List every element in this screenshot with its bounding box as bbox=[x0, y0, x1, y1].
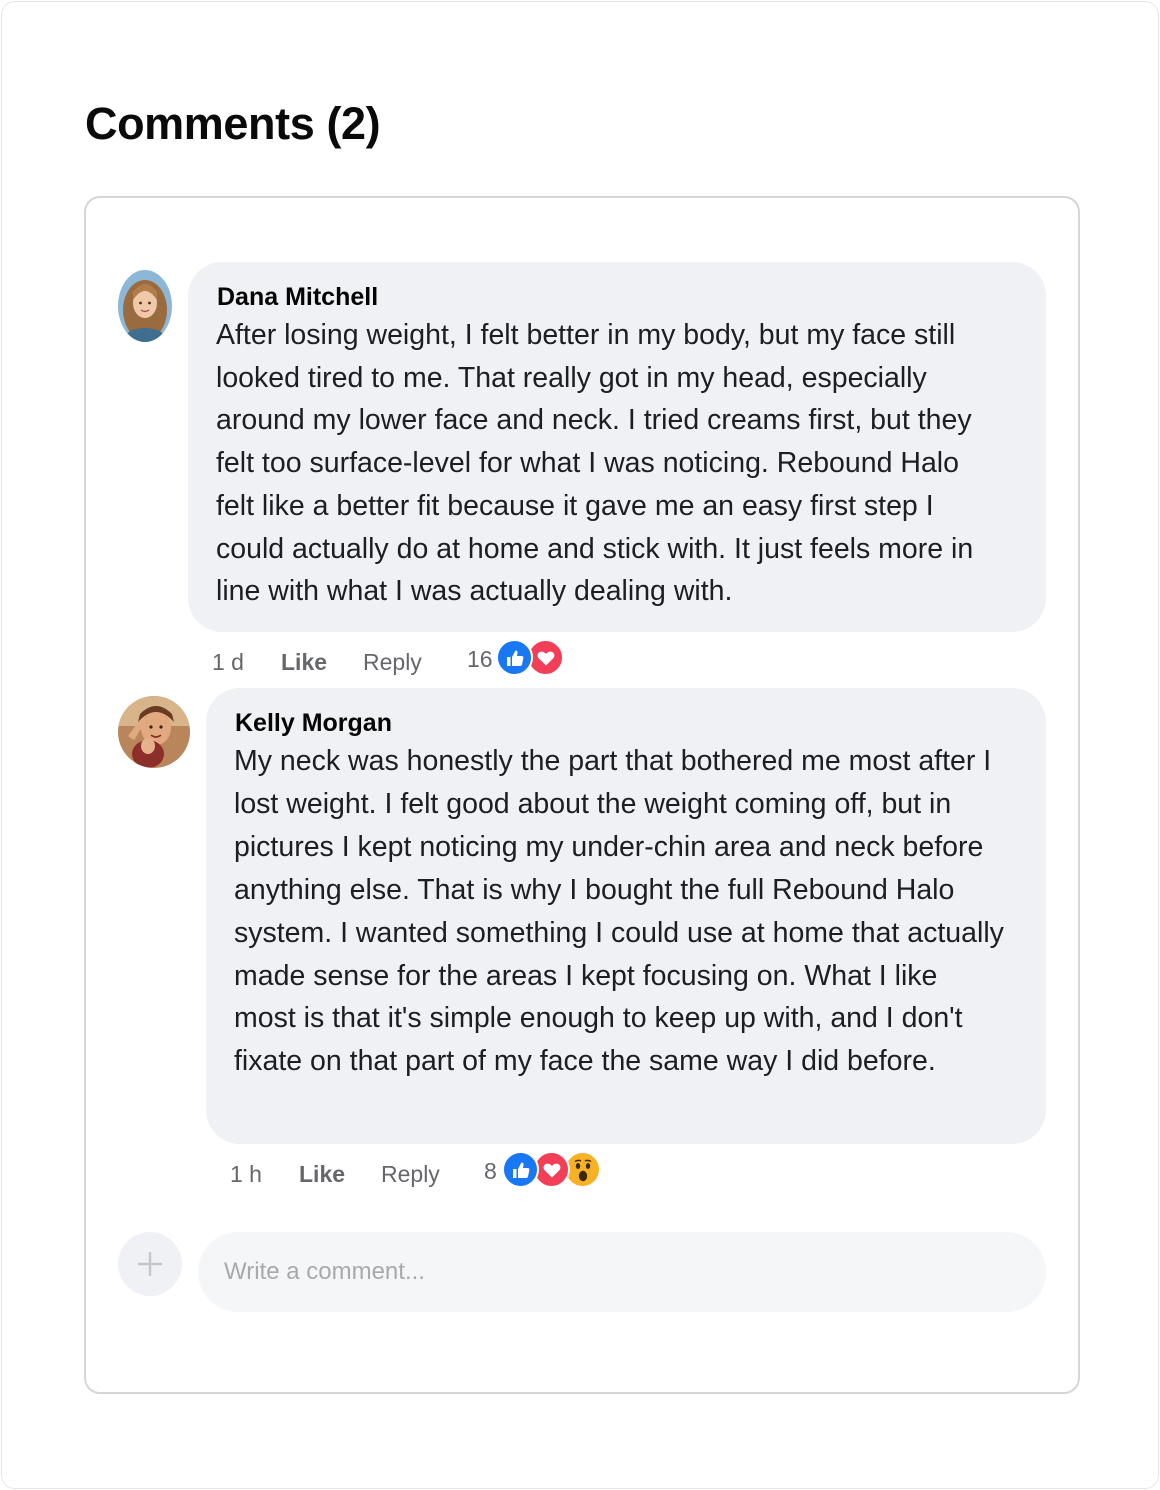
comment-line: felt too surface-level for what I was no… bbox=[216, 447, 959, 480]
comment-line: looked tired to me. That really got in m… bbox=[216, 361, 927, 394]
reaction-count[interactable]: 8 bbox=[484, 1158, 497, 1185]
add-attachment-button[interactable] bbox=[118, 1232, 182, 1296]
comment-input[interactable] bbox=[198, 1232, 1046, 1312]
comment-line: fixate on that part of my face the same … bbox=[234, 1045, 936, 1078]
avatar-kelly-morgan[interactable] bbox=[118, 696, 190, 768]
comment-line: system. I wanted something I could use a… bbox=[234, 916, 1004, 949]
reply-button[interactable]: Reply bbox=[381, 1161, 440, 1188]
reply-button[interactable]: Reply bbox=[363, 649, 422, 676]
comment-body: After losing weight, I felt better in my… bbox=[216, 314, 973, 613]
reaction-icons[interactable] bbox=[496, 639, 568, 676]
avatar-dana-mitchell[interactable] bbox=[118, 270, 172, 342]
like-reaction-icon bbox=[496, 639, 533, 676]
comment-line: My neck was honestly the part that bothe… bbox=[234, 745, 992, 777]
comment-line: lost weight. I felt good about the weigh… bbox=[234, 787, 952, 820]
comment-line: After losing weight, I felt better in my… bbox=[216, 319, 956, 351]
comments-heading: Comments (2) bbox=[85, 98, 381, 149]
like-reaction-icon bbox=[502, 1151, 539, 1188]
comment-line: most is that it's simple enough to keep … bbox=[234, 1002, 963, 1035]
comment-timestamp: 1 h bbox=[230, 1161, 262, 1187]
comment-line: could actually do at home and stick with… bbox=[216, 532, 974, 565]
comment-line: made sense for the areas I kept focusing… bbox=[234, 959, 938, 992]
comment-line: felt like a better fit because it gave m… bbox=[216, 489, 934, 522]
comment-body: My neck was honestly the part that bothe… bbox=[234, 740, 1004, 1083]
comment-line: line with what I was actually dealing wi… bbox=[216, 575, 733, 608]
comments-page: Comments (2) Dana Mitchell After losing … bbox=[1, 1, 1159, 1489]
comment-line: around my lower face and neck. I tried c… bbox=[216, 404, 972, 437]
comment-line: pictures I kept noticing my under-chin a… bbox=[234, 830, 984, 863]
plus-icon bbox=[137, 1251, 163, 1277]
like-button[interactable]: Like bbox=[281, 649, 327, 676]
comment-author[interactable]: Dana Mitchell bbox=[217, 283, 378, 312]
reaction-count[interactable]: 16 bbox=[467, 646, 493, 673]
like-button[interactable]: Like bbox=[299, 1161, 345, 1188]
comment-line: anything else. That is why I bought the … bbox=[234, 873, 955, 906]
reaction-icons[interactable] bbox=[502, 1151, 606, 1188]
comment-timestamp: 1 d bbox=[212, 649, 244, 675]
comment-author[interactable]: Kelly Morgan bbox=[235, 709, 392, 738]
